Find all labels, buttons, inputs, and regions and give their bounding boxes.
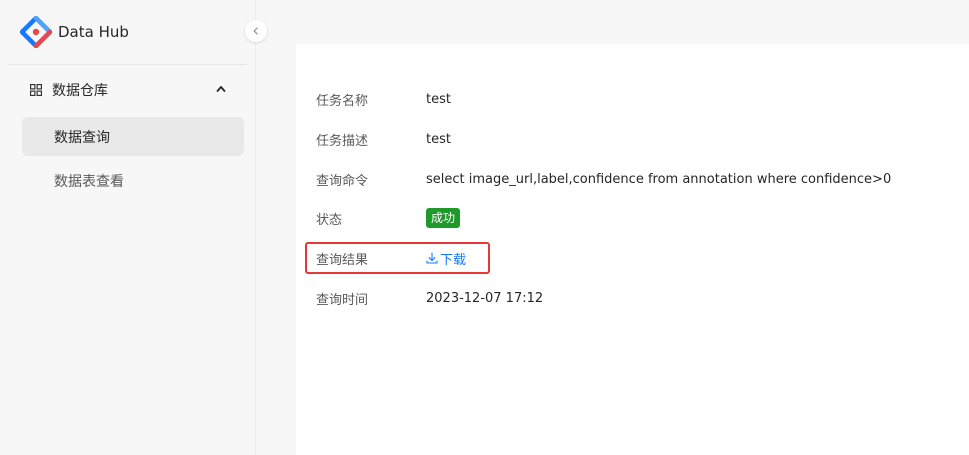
chevron-up-icon: [216, 86, 226, 92]
detail-row-task-desc: 任务描述 test: [316, 129, 451, 149]
sidebar-item-table-view[interactable]: 数据表查看: [22, 161, 244, 200]
brand[interactable]: Data Hub: [20, 16, 129, 48]
detail-row-query-result: 查询结果 下载: [316, 248, 466, 268]
chevron-left-icon: [253, 27, 258, 35]
query-result-label: 查询结果: [316, 252, 369, 268]
sidebar-divider: [8, 64, 247, 65]
download-icon: [426, 252, 438, 264]
main-content: 任务名称 test 任务描述 test 查询命令 select image_ur…: [296, 44, 969, 455]
detail-row-status: 状态 成功: [316, 208, 461, 228]
download-link-label: 下载: [440, 252, 467, 268]
task-desc-value: test: [426, 131, 451, 147]
query-time-label: 查询时间: [316, 292, 369, 308]
query-command-label: 查询命令: [316, 173, 369, 189]
sidebar: Data Hub 数据仓库 数据查询 数据表查看: [0, 0, 256, 455]
menu-group-data-warehouse[interactable]: 数据仓库: [8, 70, 248, 110]
header-bar: [257, 0, 969, 44]
data-hub-logo-icon: [20, 16, 52, 48]
status-label: 状态: [316, 212, 343, 228]
grid-icon: [30, 84, 42, 96]
detail-row-query-command: 查询命令 select image_url,label,confidence f…: [316, 169, 891, 189]
download-link[interactable]: 下载: [426, 249, 466, 268]
query-command-value: select image_url,label,confidence from a…: [426, 171, 892, 187]
sidebar-item-data-query[interactable]: 数据查询: [22, 117, 244, 156]
task-name-label: 任务名称: [316, 93, 369, 109]
app-root: Data Hub 数据仓库 数据查询 数据表查看 任务名称 test 任务描述 …: [0, 0, 969, 455]
task-name-value: test: [426, 91, 451, 107]
sidebar-item-label: 数据表查看: [54, 173, 124, 190]
sidebar-item-label: 数据查询: [54, 129, 110, 146]
status-badge: 成功: [426, 208, 461, 228]
detail-row-task-name: 任务名称 test: [316, 89, 451, 109]
app-name: Data Hub: [58, 23, 129, 41]
menu-group-label: 数据仓库: [52, 83, 108, 99]
task-desc-label: 任务描述: [316, 133, 369, 149]
detail-row-query-time: 查询时间 2023-12-07 17:12: [316, 288, 543, 308]
query-time-value: 2023-12-07 17:12: [426, 290, 544, 306]
collapse-sidebar-button[interactable]: [245, 20, 267, 42]
